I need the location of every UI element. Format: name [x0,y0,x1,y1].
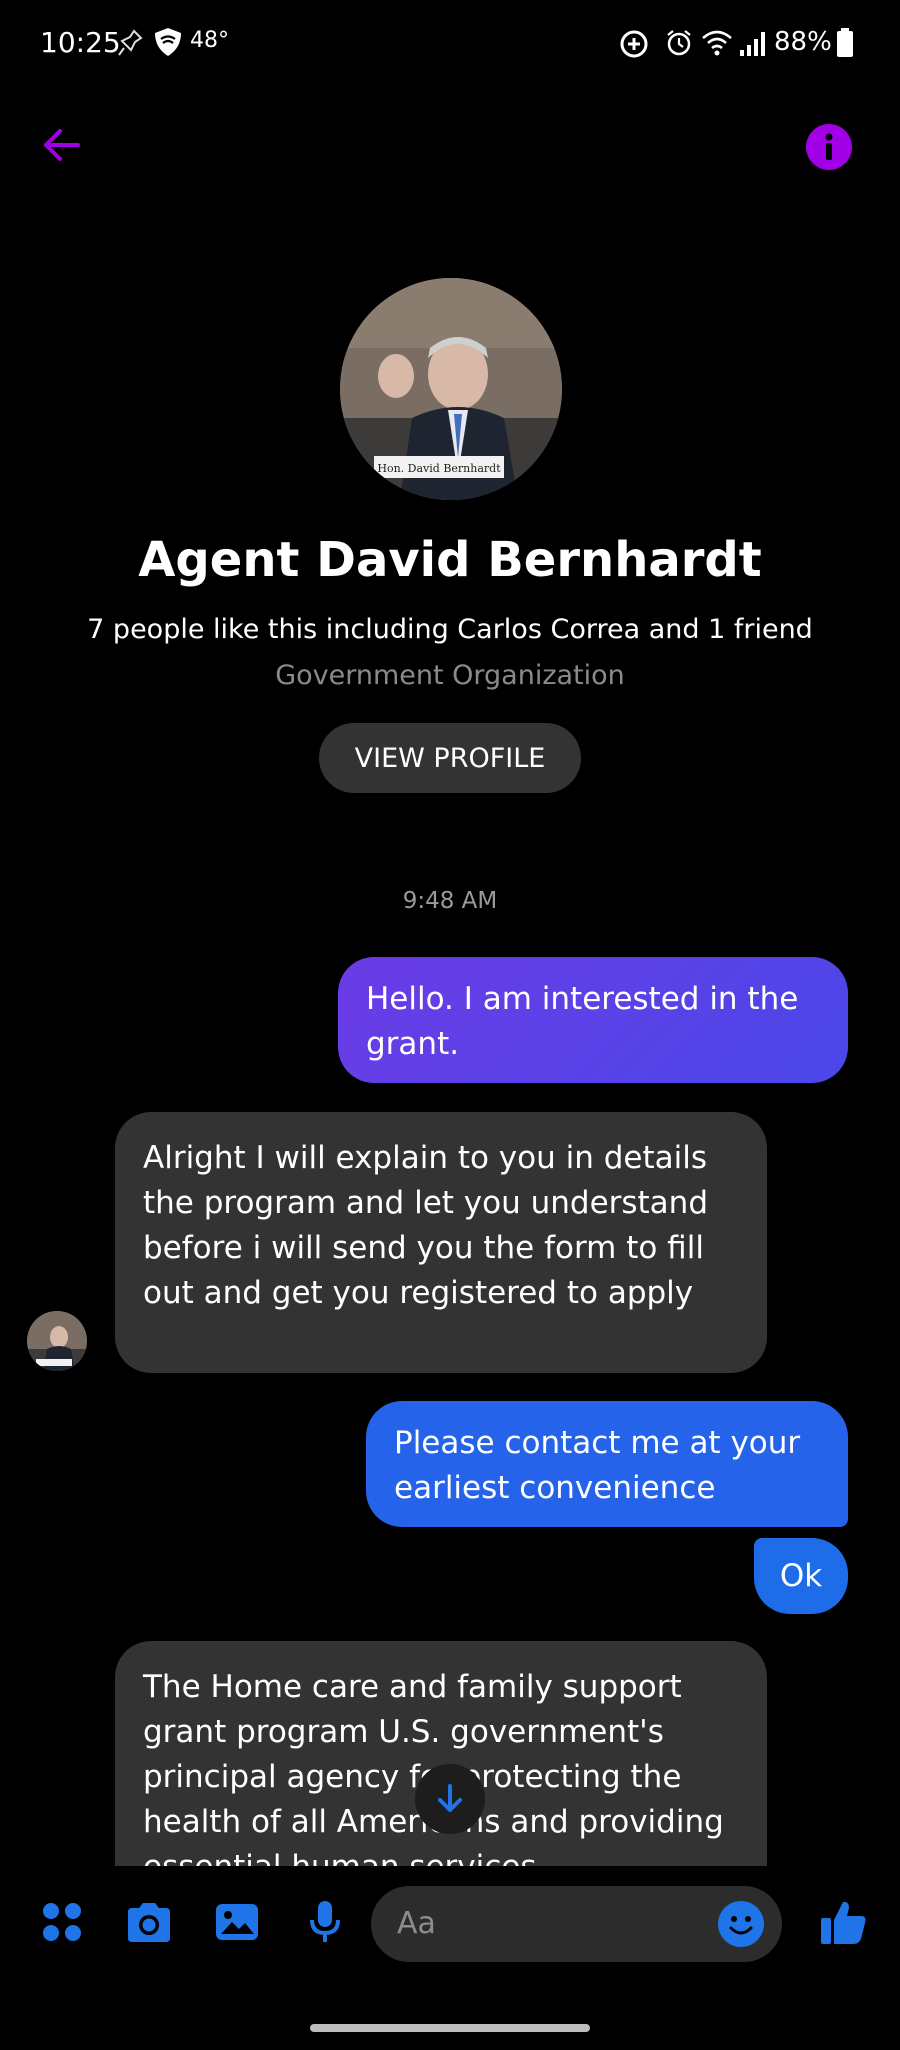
status-bar: 10:25 48° 88% [0,0,900,86]
signal-icon [740,32,765,56]
emoji-icon [729,1916,753,1935]
pin-icon [118,29,143,56]
message-outgoing[interactable]: Hello. I am interested in the grant. [338,957,848,1083]
apps-icon [43,1903,81,1941]
message-outgoing[interactable]: Please contact me at your earliest conve… [366,1401,848,1527]
message-incoming[interactable]: The Home care and family support grant p… [115,1641,767,1871]
camera-button[interactable] [121,1894,177,1950]
page-likes: 7 people like this including Carlos Corr… [87,614,813,645]
message-input-placeholder: Aa [397,1906,436,1941]
like-button[interactable] [816,1894,872,1950]
gallery-button[interactable] [209,1894,265,1950]
sender-avatar[interactable] [27,1311,87,1371]
page-name: Agent David Bernhardt [138,532,762,588]
wifi-icon [702,30,732,56]
thumbs-up-icon [821,1901,866,1944]
nameplate-text: Hon. David Bernhardt [377,462,501,475]
alarm-icon [667,30,691,56]
view-profile-button[interactable]: VIEW PROFILE [319,723,581,793]
vpn-shield-icon [155,28,181,56]
voice-button[interactable] [297,1894,353,1950]
back-button[interactable] [38,122,84,168]
message-incoming[interactable]: Alright I will explain to you in details… [115,1112,767,1373]
apps-button[interactable] [34,1894,90,1950]
microphone-icon [310,1901,340,1942]
data-saver-icon [620,30,648,58]
home-indicator[interactable] [310,2024,590,2032]
scroll-to-bottom-button[interactable] [415,1764,485,1834]
status-battery-percent: 88% [774,27,832,57]
arrow-left-icon [44,129,80,161]
status-time: 10:25 [40,26,121,59]
camera-icon [128,1903,170,1942]
profile-avatar[interactable]: Hon. David Bernhardt [340,278,562,500]
battery-icon [837,28,853,57]
arrow-down-icon [438,1784,462,1812]
page-category: Government Organization [275,660,625,691]
message-outgoing[interactable]: Ok [754,1538,848,1614]
status-temperature: 48° [190,28,229,53]
info-icon [825,133,833,160]
conversation-timestamp: 9:48 AM [402,888,498,914]
emoji-button[interactable] [718,1901,764,1947]
info-button[interactable] [806,124,852,170]
image-icon [216,1904,258,1940]
